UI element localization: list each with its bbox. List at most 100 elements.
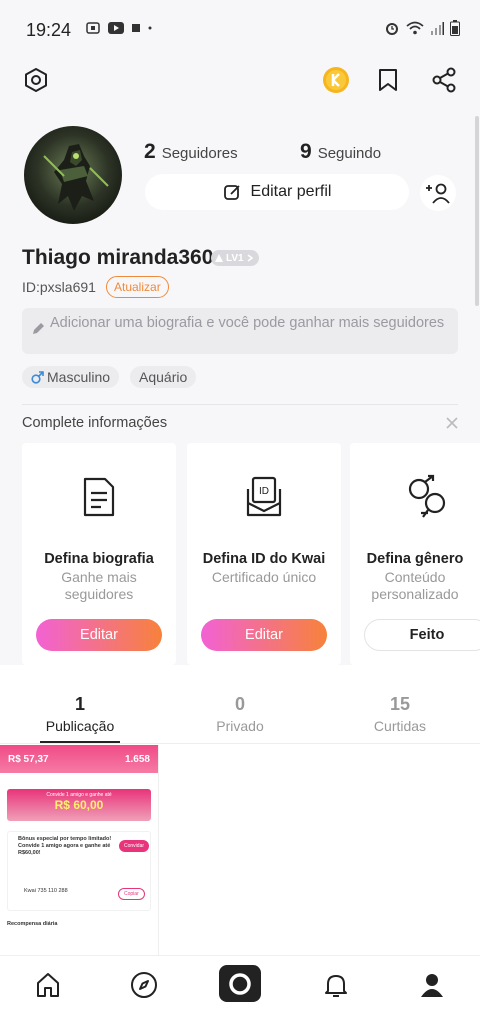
bottom-nav: [0, 955, 480, 1012]
followers-stat[interactable]: 2 Seguidores: [144, 140, 238, 164]
screen-record-icon: [86, 22, 100, 34]
card-set-gender: Defina gênero Conteúdo personalizado Fei…: [350, 443, 480, 665]
gender-tag-label: Masculino: [47, 369, 111, 385]
card-subtitle: Conteúdo personalizado: [371, 569, 459, 602]
thumb-balance: R$ 57,37: [8, 753, 49, 765]
thumb-banner: Convide 1 amigo e ganhe até R$ 60,00: [7, 789, 151, 821]
edit-kwai-id-button[interactable]: Editar: [201, 619, 327, 651]
kwai-coin-button[interactable]: [320, 64, 352, 96]
battery-icon: [450, 20, 460, 36]
card-title: Defina biografia: [44, 551, 154, 567]
nav-camera[interactable]: [219, 965, 261, 1002]
zodiac-tag[interactable]: Aquário: [130, 366, 197, 388]
camera-icon: [229, 972, 251, 995]
thumb-header: R$ 57,37 1.658: [0, 745, 158, 773]
signal-icon: [431, 22, 444, 35]
divider: [22, 404, 458, 405]
followers-label: Seguidores: [161, 145, 238, 162]
nav-profile[interactable]: [415, 968, 449, 1002]
thumb-banner-amount: R$ 60,00: [54, 798, 104, 812]
card-title: Defina ID do Kwai: [202, 551, 326, 567]
thumb-kwai-id: Kwai 735 110 288: [24, 888, 68, 894]
post-thumbnail[interactable]: R$ 57,37 1.658 Convide 1 amigo e ganhe a…: [0, 745, 159, 955]
tab-posts-count: 1: [74, 694, 85, 714]
nav-notifications[interactable]: [319, 968, 353, 1002]
document-icon: [83, 477, 115, 517]
tab-private[interactable]: 0 Privado: [160, 694, 320, 734]
chevron-right-icon: [247, 254, 253, 262]
level-badge[interactable]: LV1: [211, 250, 259, 266]
avatar-warrior-image: [24, 126, 122, 224]
edit-bio-button[interactable]: Editar: [36, 619, 162, 651]
scrollbar[interactable]: [475, 116, 479, 306]
explore-icon: [131, 972, 157, 998]
bio-placeholder: Adicionar uma biografia e você pode ganh…: [50, 315, 445, 331]
bio-field[interactable]: Adicionar uma biografia e você pode ganh…: [22, 308, 458, 354]
add-friend-button[interactable]: [420, 175, 456, 211]
settings-hexagon-icon: [25, 68, 47, 92]
settings-button[interactable]: [20, 64, 52, 96]
thumb-bonus-text: Bônus especial por tempo limitado! Convi…: [18, 836, 112, 856]
thumb-coins: 1.658: [124, 753, 150, 765]
more-notifications-icon: [148, 26, 152, 30]
wifi-icon: [406, 21, 424, 35]
card-set-bio: Defina biografia Ganhe mais seguidores E…: [22, 443, 176, 665]
update-button[interactable]: Atualizar: [106, 276, 169, 298]
kwai-coin-icon: [323, 67, 349, 93]
edit-profile-label: Editar perfil: [250, 183, 332, 200]
avatar[interactable]: [24, 126, 122, 224]
complete-info-title: Complete informações: [22, 415, 168, 431]
add-friend-icon: [426, 183, 450, 204]
tab-private-count: 0: [234, 694, 245, 714]
notifications-icon: [325, 975, 347, 997]
nav-explore[interactable]: [127, 968, 161, 1002]
status-bar: 19:24: [0, 0, 480, 60]
status-time: 19:24: [26, 20, 72, 40]
thumb-invite-button: Convidar: [119, 840, 150, 852]
alarm-icon: [386, 23, 398, 35]
card-subtitle: Ganhe mais seguidores: [61, 569, 137, 602]
tab-private-label: Privado: [216, 718, 264, 734]
tabs-divider: [0, 743, 480, 744]
following-count: 9: [300, 140, 312, 163]
zodiac-tag-label: Aquário: [139, 369, 188, 385]
thumb-banner-line: Convide 1 amigo e ganhe até: [46, 792, 112, 798]
card-set-kwai-id: ID Defina ID do Kwai Certificado único E…: [187, 443, 341, 665]
card-subtitle: Certificado único: [211, 569, 317, 585]
followers-count: 2: [144, 140, 156, 163]
profile-icon: [421, 974, 443, 997]
gender-done-button[interactable]: Feito: [364, 619, 480, 651]
bookmark-button[interactable]: [372, 64, 404, 96]
user-id: ID:pxsla691: [22, 279, 96, 295]
level-triangle-icon: [215, 254, 223, 262]
thumb-bonus-card: Bônus especial por tempo limitado! Convi…: [7, 831, 151, 911]
tab-likes[interactable]: 15 Curtidas: [320, 694, 480, 734]
share-button[interactable]: [428, 64, 460, 96]
pencil-icon: [33, 323, 44, 334]
username: Thiago miranda360: [22, 246, 214, 269]
following-label: Seguindo: [317, 145, 382, 162]
status-system-icons: [384, 20, 460, 36]
close-icon[interactable]: [444, 415, 460, 431]
level-label: LV1: [226, 252, 244, 264]
following-stat[interactable]: 9 Seguindo: [300, 140, 381, 164]
tab-posts-label: Publicação: [45, 718, 115, 734]
thumb-copy-button: Copiar: [118, 888, 145, 900]
bookmark-icon: [379, 69, 397, 91]
male-icon: [31, 370, 44, 384]
nav-home[interactable]: [31, 968, 65, 1002]
id-card-icon: ID: [246, 476, 282, 517]
app-notification-icon: [132, 24, 140, 32]
gender-tag[interactable]: Masculino: [22, 366, 120, 388]
gender-icon: [408, 474, 446, 518]
thumb-footer: Recompensa diária: [7, 921, 58, 927]
tab-likes-label: Curtidas: [373, 718, 427, 734]
card-title: Defina gênero: [366, 551, 464, 567]
edit-icon: [223, 185, 240, 200]
edit-profile-button[interactable]: Editar perfil: [145, 174, 409, 210]
home-icon: [37, 973, 59, 997]
tab-posts[interactable]: 1 Publicação: [0, 694, 160, 734]
tab-likes-count: 15: [389, 694, 411, 714]
status-notification-icons: [86, 22, 152, 34]
youtube-icon: [108, 22, 124, 34]
